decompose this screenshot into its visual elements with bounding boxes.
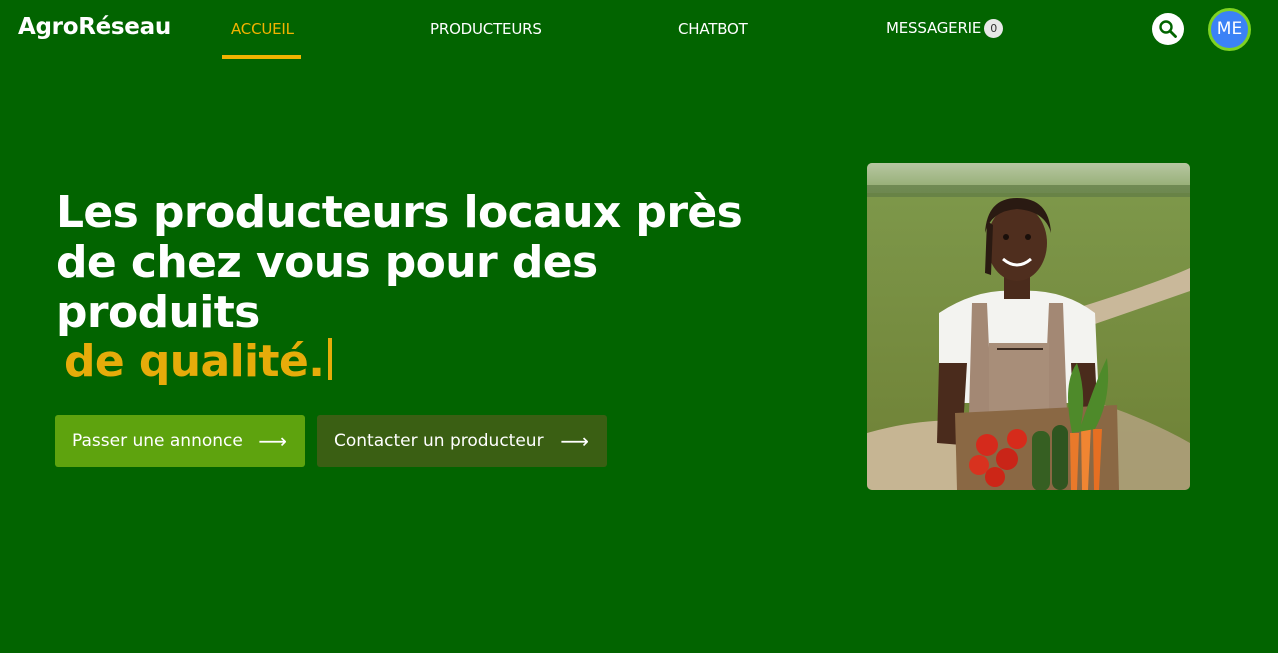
farmer-illustration bbox=[867, 163, 1190, 490]
contact-producer-label: Contacter un producteur bbox=[334, 431, 544, 451]
hero-image bbox=[867, 163, 1190, 490]
post-ad-label: Passer une annonce bbox=[72, 431, 243, 451]
nav-item-label: CHATBOT bbox=[678, 20, 748, 38]
brand-logo[interactable]: AgroRéseau bbox=[18, 14, 171, 40]
hero-title: Les producteurs locaux près de chez vous… bbox=[56, 187, 743, 338]
message-count-badge: 0 bbox=[984, 19, 1004, 38]
typing-cursor bbox=[328, 338, 333, 380]
nav-item-chatbot[interactable]: CHATBOT bbox=[678, 20, 748, 60]
active-nav-indicator bbox=[222, 55, 301, 59]
navbar: AgroRéseau ACCUEIL PRODUCTEURS CHATBOT M… bbox=[0, 0, 1278, 60]
nav-item-accueil[interactable]: ACCUEIL bbox=[231, 20, 294, 60]
arrow-right-icon: ⟶ bbox=[258, 429, 287, 453]
arrow-right-icon: ⟶ bbox=[560, 429, 589, 453]
nav-item-messagerie[interactable]: MESSAGERIE 0 bbox=[886, 19, 1004, 59]
contact-producer-button[interactable]: Contacter un producteur ⟶ bbox=[317, 415, 607, 467]
search-button[interactable] bbox=[1152, 13, 1184, 45]
nav-item-label: MESSAGERIE bbox=[886, 19, 982, 37]
post-ad-button[interactable]: Passer une annonce ⟶ bbox=[55, 415, 305, 467]
nav-item-producteurs[interactable]: PRODUCTEURS bbox=[430, 20, 542, 60]
user-avatar[interactable]: ME bbox=[1208, 8, 1251, 51]
hero-accent-text: de qualité. bbox=[64, 336, 325, 387]
nav-item-label: PRODUCTEURS bbox=[430, 20, 542, 38]
hero-title-accent: de qualité. bbox=[64, 336, 333, 387]
nav-item-label: ACCUEIL bbox=[231, 20, 294, 38]
search-icon bbox=[1159, 20, 1177, 38]
